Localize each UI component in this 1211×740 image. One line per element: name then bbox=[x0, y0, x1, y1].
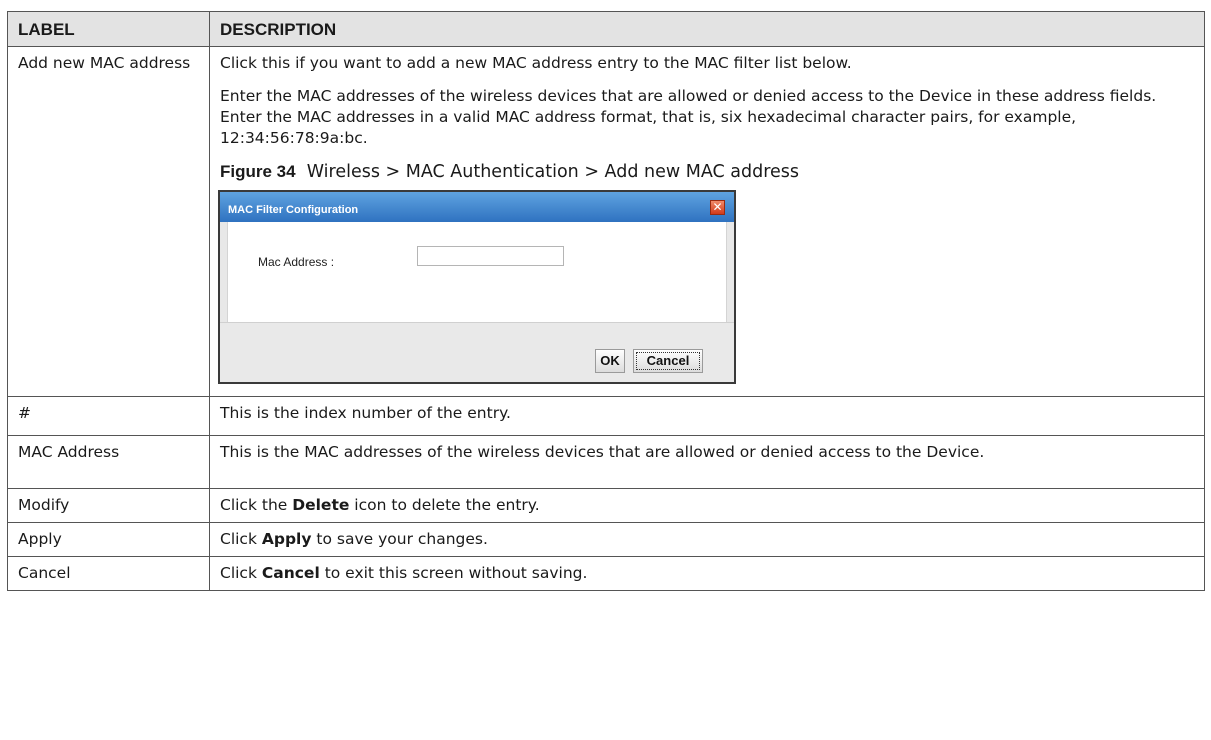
description-paragraph: Enter the MAC addresses of the wireless … bbox=[220, 87, 1157, 147]
delete-term: Delete bbox=[292, 496, 350, 514]
row-label: MAC Address bbox=[7, 435, 210, 489]
text-run: icon to delete the entry. bbox=[349, 496, 540, 514]
table-row: Modify Click the Delete icon to delete t… bbox=[7, 488, 1205, 523]
text-run: to save your changes. bbox=[311, 530, 488, 548]
table-row: Cancel Click Cancel to exit this screen … bbox=[7, 556, 1205, 591]
row-description: This is the MAC addresses of the wireles… bbox=[209, 435, 1205, 489]
text-run: Click bbox=[220, 530, 262, 548]
row-label: Cancel bbox=[7, 556, 210, 591]
table-row: # This is the index number of the entry. bbox=[7, 396, 1205, 436]
table-header-row: LABEL DESCRIPTION bbox=[7, 11, 1205, 47]
mac-address-input[interactable] bbox=[417, 246, 564, 266]
dialog-frame bbox=[220, 222, 227, 322]
description-table: LABEL DESCRIPTION Add new MAC address Cl… bbox=[7, 11, 1205, 591]
figure-number: Figure 34 bbox=[220, 162, 296, 181]
row-description: Click Cancel to exit this screen without… bbox=[209, 556, 1205, 591]
row-label: Add new MAC address bbox=[7, 46, 210, 397]
dialog-frame bbox=[727, 222, 734, 322]
row-label: Apply bbox=[7, 522, 210, 557]
ok-button[interactable]: OK bbox=[595, 349, 625, 373]
description-paragraph: Click this if you want to add a new MAC … bbox=[220, 54, 852, 72]
close-icon[interactable]: ✕ bbox=[710, 200, 725, 215]
row-description: Click this if you want to add a new MAC … bbox=[209, 46, 1205, 397]
header-label: LABEL bbox=[7, 11, 210, 47]
dialog-title: MAC Filter Configuration bbox=[228, 204, 359, 216]
figure-caption: Figure 34 Wireless > MAC Authentication … bbox=[220, 161, 1194, 183]
mac-address-label: Mac Address : bbox=[258, 255, 335, 269]
header-description: DESCRIPTION bbox=[209, 11, 1205, 47]
text-run: Click the bbox=[220, 496, 293, 514]
row-description: This is the index number of the entry. bbox=[209, 396, 1205, 436]
figure-title: Wireless > MAC Authentication > Add new … bbox=[306, 162, 800, 182]
table-row: Apply Click Apply to save your changes. bbox=[7, 522, 1205, 557]
dialog-title-bar: MAC Filter Configuration ✕ bbox=[220, 192, 734, 222]
row-label: # bbox=[7, 396, 210, 436]
dialog-footer: OK Cancel bbox=[220, 322, 734, 382]
cancel-term: Cancel bbox=[261, 564, 320, 582]
text-run: to exit this screen without saving. bbox=[319, 564, 588, 582]
row-description: Click the Delete icon to delete the entr… bbox=[209, 488, 1205, 523]
text-run: Click bbox=[220, 564, 262, 582]
row-description: Click Apply to save your changes. bbox=[209, 522, 1205, 557]
document-page: LABEL DESCRIPTION Add new MAC address Cl… bbox=[0, 0, 1211, 740]
table-row: Add new MAC address Click this if you wa… bbox=[7, 46, 1205, 397]
dialog-body: Mac Address : bbox=[227, 222, 727, 322]
mac-filter-dialog: MAC Filter Configuration ✕ Mac Address :… bbox=[218, 190, 736, 384]
table-row: MAC Address This is the MAC addresses of… bbox=[7, 435, 1205, 489]
cancel-button[interactable]: Cancel bbox=[633, 349, 703, 373]
row-label: Modify bbox=[7, 488, 210, 523]
apply-term: Apply bbox=[261, 530, 312, 548]
